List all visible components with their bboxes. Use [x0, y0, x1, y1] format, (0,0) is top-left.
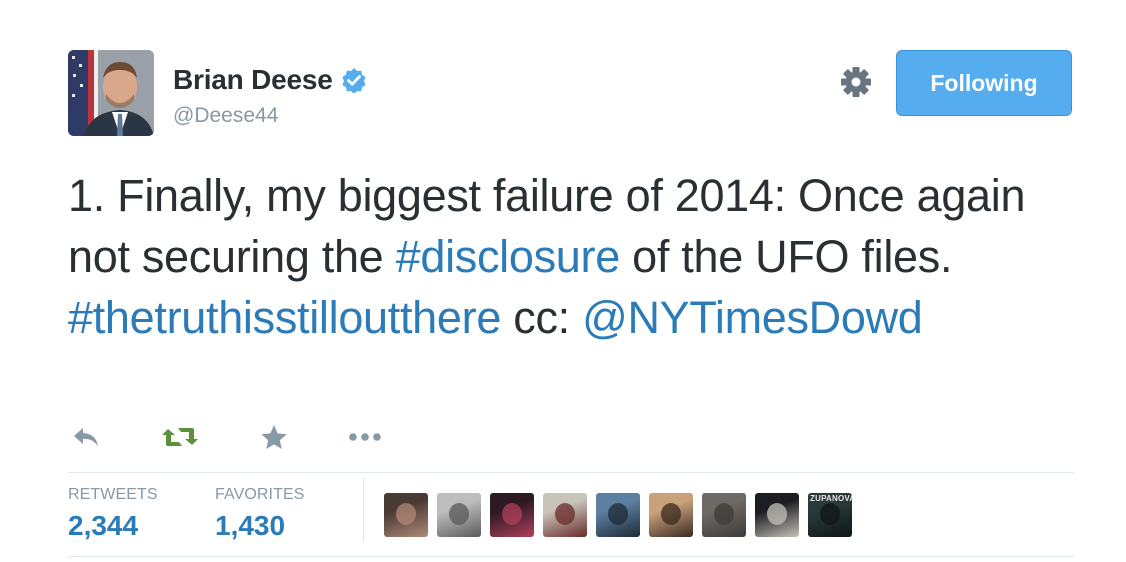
retweet-icon: [162, 428, 198, 446]
verified-badge-icon: [342, 68, 366, 93]
favoriter-avatar-3[interactable]: [490, 493, 534, 537]
hashtag-link[interactable]: #thetruthisstilloutthere: [68, 292, 501, 343]
reply-icon: [74, 428, 98, 446]
favoriter-avatar-5[interactable]: [596, 493, 640, 537]
favoriter-avatar-9[interactable]: ZUPANOVA: [808, 493, 852, 537]
favoriter-avatar-1[interactable]: [384, 493, 428, 537]
favoriter-avatar-figure: [820, 503, 840, 525]
tweet-text-segment: of the UFO files.: [619, 231, 953, 282]
reply-button[interactable]: [72, 420, 100, 454]
favoriter-avatar-figure: [555, 503, 575, 525]
favoriter-avatar-figure: [714, 503, 734, 525]
author-name-row[interactable]: Brian Deese: [173, 62, 367, 98]
more-icon: [349, 433, 381, 441]
hashtag-link[interactable]: #disclosure: [396, 231, 621, 282]
stats-bottom-divider: [68, 556, 1074, 557]
mention-link[interactable]: @NYTimesDowd: [582, 292, 923, 343]
gear-icon[interactable]: [838, 64, 874, 100]
favoriter-avatar-7[interactable]: [702, 493, 746, 537]
following-button[interactable]: Following: [896, 50, 1072, 116]
favorites-label: FAVORITES: [215, 486, 305, 503]
author-name[interactable]: Brian Deese: [173, 64, 333, 96]
favoriter-avatar-figure: [661, 503, 681, 525]
more-button[interactable]: [348, 420, 382, 454]
favoriters-list: ZUPANOVA: [384, 493, 852, 537]
stats-top-divider: [68, 472, 1074, 473]
favoriter-avatar-figure: [767, 503, 787, 525]
tweet-text-segment: cc:: [501, 292, 583, 343]
stats-vertical-divider: [363, 478, 364, 542]
favorites-stat[interactable]: FAVORITES 1,430: [215, 486, 305, 542]
author-handle[interactable]: @Deese44: [173, 104, 278, 128]
favorites-count: 1,430: [215, 510, 286, 541]
favoriter-avatar-figure: [449, 503, 469, 525]
favoriter-avatar-2[interactable]: [437, 493, 481, 537]
favoriter-avatar-label: ZUPANOVA: [810, 494, 852, 503]
tweet-text: 1. Finally, my biggest failure of 2014: …: [68, 165, 1078, 348]
retweet-button[interactable]: [162, 420, 198, 454]
retweets-label: RETWEETS: [68, 486, 158, 503]
favoriter-avatar-8[interactable]: [755, 493, 799, 537]
favoriter-avatar-figure: [396, 503, 416, 525]
author-avatar-image: [68, 50, 154, 136]
author-avatar[interactable]: [68, 50, 154, 136]
favoriter-avatar-4[interactable]: [543, 493, 587, 537]
retweets-count: 2,344: [68, 510, 139, 541]
favoriter-avatar-6[interactable]: [649, 493, 693, 537]
favorite-icon: [261, 425, 287, 449]
favoriter-avatar-figure: [608, 503, 628, 525]
retweets-stat[interactable]: RETWEETS 2,344: [68, 486, 158, 542]
favorite-button[interactable]: [260, 420, 288, 454]
favoriter-avatar-figure: [502, 503, 522, 525]
